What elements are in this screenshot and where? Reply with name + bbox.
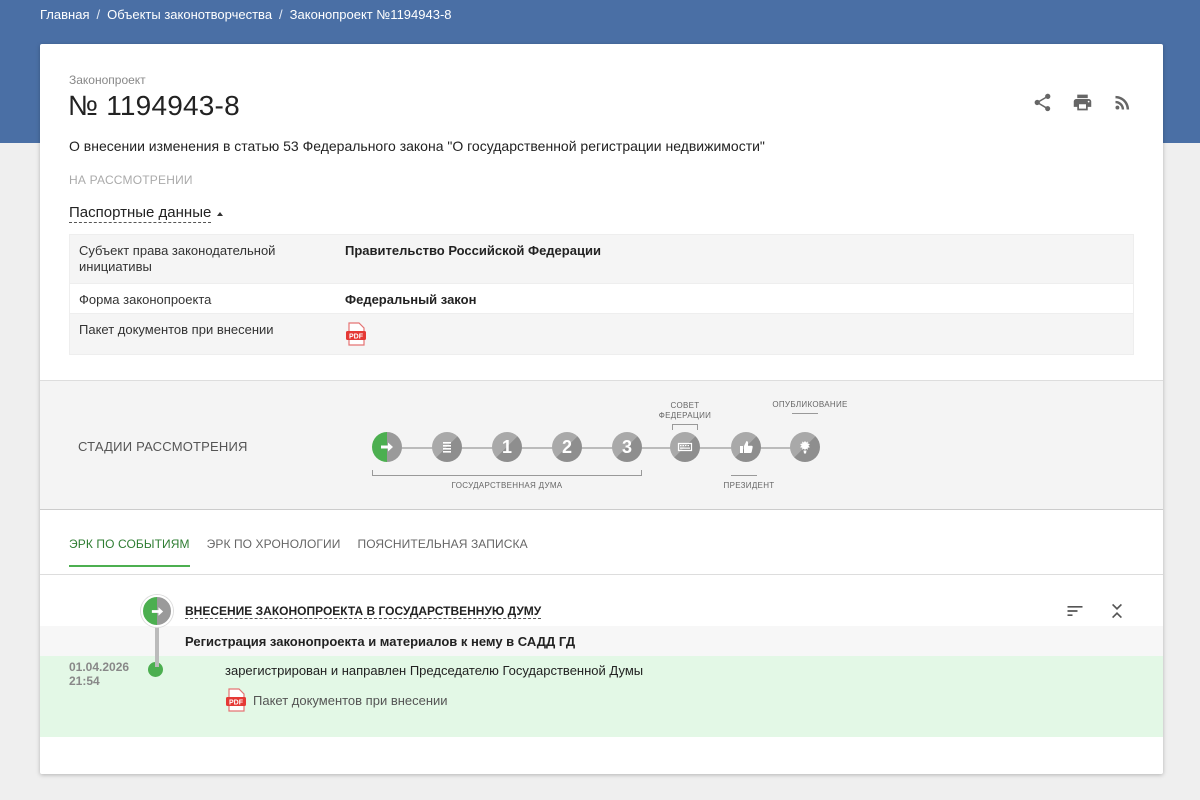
stage-number: 1 (501, 436, 512, 457)
breadcrumb-separator: / (96, 6, 101, 22)
approve-icon (740, 441, 753, 453)
bracket-publication (792, 413, 818, 419)
passport-table: Субъект права законодательной инициативы… (69, 234, 1134, 355)
group-label-federation-council: СОВЕТ ФЕДЕРАЦИИ (658, 401, 712, 420)
bracket-federation-council (672, 424, 698, 430)
bill-title: О внесении изменения в статью 53 Федерал… (69, 138, 765, 154)
bill-actions (1032, 92, 1133, 113)
stages-panel: СТАДИИ РАССМОТРЕНИЯ 1 2 3 СОВЕТ ФЕДЕРАЦИ… (40, 380, 1163, 510)
keyboard-icon (677, 442, 693, 452)
breadcrumb: Главная / Объекты законотворчества / Зак… (40, 5, 452, 23)
timeline-tools (1065, 601, 1127, 621)
stage-president[interactable] (731, 432, 761, 462)
stage-federation-council[interactable] (670, 432, 700, 462)
event-text: зарегистрирован и направлен Председателю… (225, 663, 644, 678)
passport-row: Пакет документов при внесении PDF (70, 314, 1133, 356)
passport-toggle[interactable]: Паспортные данные (69, 204, 224, 223)
stage-second-reading[interactable]: 2 (552, 432, 582, 462)
stage-number: 2 (561, 436, 572, 457)
tab-chronology[interactable]: ЭРК ПО ХРОНОЛОГИИ (207, 537, 341, 567)
event-date: 01.04.2026 (69, 660, 130, 674)
breadcrumb-home[interactable]: Главная (40, 7, 89, 22)
bill-card: Законопроект № 1194943-8 О внесении изме… (40, 44, 1163, 774)
pdf-label: PDF (229, 699, 244, 706)
stage-publication[interactable] (790, 432, 820, 462)
rss-icon[interactable] (1112, 92, 1133, 113)
event-row: 01.04.2026 21:54 зарегистрирован и напра… (40, 656, 1163, 737)
stage-third-reading[interactable]: 3 (612, 432, 642, 462)
group-label-publication: ОПУБЛИКОВАНИЕ (772, 400, 848, 409)
pdf-icon[interactable]: PDF (345, 322, 367, 346)
timeline-stage-marker (141, 595, 173, 627)
group-label-president: ПРЕЗИДЕНТ (723, 481, 775, 490)
bracket-duma (372, 470, 642, 476)
tab-events[interactable]: ЭРК ПО СОБЫТИЯМ (69, 537, 190, 567)
stages-label: СТАДИИ РАССМОТРЕНИЯ (78, 439, 248, 454)
timeline-stage-title[interactable]: ВНЕСЕНИЕ ЗАКОНОПРОЕКТА В ГОСУДАРСТВЕННУЮ… (185, 604, 542, 619)
tab-explanatory-note[interactable]: ПОЯСНИТЕЛЬНАЯ ЗАПИСКА (357, 537, 527, 567)
bill-number: № 1194943-8 (68, 90, 240, 121)
group-label-duma: ГОСУДАРСТВЕННАЯ ДУМА (451, 481, 563, 490)
bill-status: НА РАССМОТРЕНИИ (69, 173, 193, 187)
bracket-president (731, 470, 757, 476)
event-document-label: Пакет документов при внесении (253, 692, 448, 708)
stage-first-reading[interactable]: 1 (492, 432, 522, 462)
arrow-right-icon (151, 606, 163, 616)
emblem-icon (800, 441, 810, 454)
stage-number: 3 (621, 436, 632, 457)
breadcrumb-separator: / (279, 6, 283, 22)
sort-icon[interactable] (1065, 601, 1085, 621)
share-icon[interactable] (1032, 92, 1053, 113)
passport-value: Правительство Российской Федерации (345, 243, 601, 258)
breadcrumb-current[interactable]: Законопроект №1194943-8 (290, 7, 452, 22)
event-group-header: Регистрация законопроекта и материалов к… (40, 626, 1163, 656)
passport-toggle-label: Паспортные данные (69, 204, 212, 223)
passport-row: Субъект права законодательной инициативы… (70, 235, 1133, 283)
bill-kind: Законопроект (69, 73, 146, 87)
passport-key: Субъект права законодательной инициативы (79, 243, 276, 274)
caret-up-icon (217, 211, 224, 216)
passport-key: Пакет документов при внесении (79, 322, 274, 337)
passport-key: Форма законопроекта (79, 292, 212, 307)
event-datetime: 01.04.2026 21:54 (69, 660, 129, 688)
event-document-link[interactable]: PDF Пакет документов при внесении (225, 688, 448, 712)
arrow-right-icon (381, 442, 393, 452)
event-time: 21:54 (69, 674, 100, 688)
event-group-title: Регистрация законопроекта и материалов к… (185, 634, 576, 649)
stage-preliminary[interactable] (432, 432, 462, 462)
stage-introduction[interactable] (372, 432, 402, 462)
timeline: Регистрация законопроекта и материалов к… (40, 575, 1163, 774)
tabs: ЭРК ПО СОБЫТИЯМ ЭРК ПО ХРОНОЛОГИИ ПОЯСНИ… (69, 537, 545, 567)
list-icon (443, 442, 451, 453)
passport-row: Форма законопроекта Федеральный закон (70, 283, 1133, 314)
print-icon[interactable] (1072, 92, 1093, 113)
pdf-label: PDF (349, 333, 364, 340)
breadcrumb-objects[interactable]: Объекты законотворчества (107, 7, 272, 22)
collapse-icon[interactable] (1107, 601, 1127, 621)
passport-value: Федеральный закон (345, 292, 477, 307)
pdf-icon: PDF (225, 688, 247, 712)
